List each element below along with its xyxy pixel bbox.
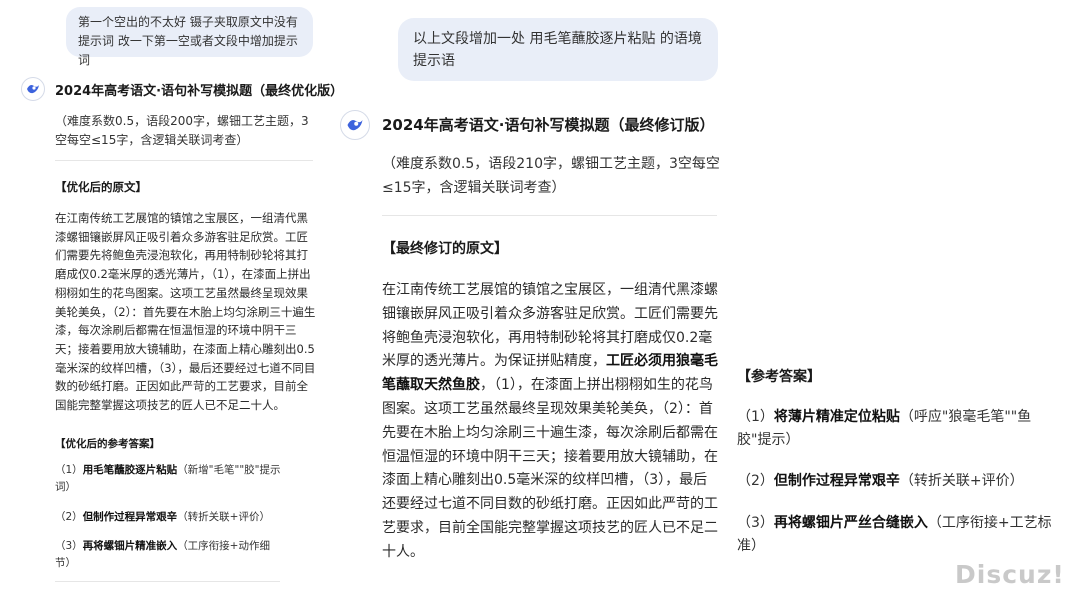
left-title: 2024年高考语文·语句补写模拟题（最终优化版） [55,84,344,99]
left-answer-3: （3）再将螺钿片精准嵌入（工序衔接+动作细节） [55,538,275,572]
left-paragraph: 在江南传统工艺展馆的镇馆之宝展区，一组清代黑漆螺钿镶嵌屏风正吸引着众多游客驻足欣… [55,211,316,413]
answer-number: （2） [737,473,774,489]
answer-text: 但制作过程异常艰辛 [82,511,178,523]
left-divider-1 [55,160,313,161]
right-user-message: 以上文段增加一处 用毛笔蘸胶逐片粘贴 的语境提示语 [398,18,718,81]
right-answer-2: （2）但制作过程异常艰辛（转折关联+评价） [737,470,1067,493]
left-original-heading: 【优化后的原文】 [55,180,147,194]
answer-text: 将薄片精准定位粘贴 [773,409,900,425]
answer-number: （3） [55,540,83,552]
right-paragraph: 在江南传统工艺展馆的镇馆之宝展区，一组清代黑漆螺钿镶嵌屏风正吸引着众多游客驻足欣… [382,279,720,565]
assistant-avatar [340,110,370,140]
answer-number: （3） [737,515,774,531]
answer-text: 再将螺钿片精准嵌入 [82,540,178,552]
answer-text: 但制作过程异常艰辛 [773,473,900,489]
assistant-logo-icon [347,120,363,131]
left-user-message: 第一个空出的不太好 镊子夹取原文中没有提示词 改一下第一空或者文段中增加提示词 [66,7,313,67]
right-original-heading: 【最终修订的原文】 [382,241,508,257]
left-user-message-text: 第一个空出的不太好 镊子夹取原文中没有提示词 改一下第一空或者文段中增加提示词 [78,15,298,67]
answer-note: （转折关联+评价） [899,473,1024,489]
right-answer-1: （1）将薄片精准定位粘贴（呼应"狼毫毛笔""鱼胶"提示） [737,406,1059,452]
answer-number: （2） [55,511,83,523]
left-divider-2 [55,581,280,582]
right-meta: （难度系数0.5，语段210字，螺钿工艺主题，3空每空≤15字，含逻辑关联词考查… [382,156,720,196]
left-meta: （难度系数0.5，语段200字，螺钿工艺主题，3空每空≤15字，含逻辑关联词考查… [55,114,309,147]
assistant-logo-icon [27,85,39,94]
answer-text: 用毛笔蘸胶逐片粘贴 [82,464,178,476]
left-answer-2: （2）但制作过程异常艰辛（转折关联+评价） [55,509,295,526]
answer-number: （1） [737,409,774,425]
paragraph-part-2: ，（1），在漆面上拼出栩栩如生的花鸟图案。这项工艺虽然最终呈现效果美轮美奂，（2… [382,377,718,560]
answer-note: （转折关联+评价） [177,511,270,523]
answer-text: 再将螺钿片严丝合缝嵌入 [773,515,928,531]
answer-number: （1） [55,464,83,476]
right-divider [382,215,717,216]
right-answer-3: （3）再将螺钿片严丝合缝嵌入（工序衔接+工艺标准） [737,512,1059,558]
left-answer-heading: 【优化后的参考答案】 [55,438,160,450]
assistant-avatar [21,77,45,101]
left-answer-1: （1）用毛笔蘸胶逐片粘贴（新增"毛笔""胶"提示词） [55,462,285,496]
right-title: 2024年高考语文·语句补写模拟题（最终修订版） [382,116,715,134]
discuz-watermark: Discuz! [955,560,1065,589]
right-user-message-text: 以上文段增加一处 用毛笔蘸胶逐片粘贴 的语境提示语 [413,31,702,69]
right-answer-heading: 【参考答案】 [737,369,821,385]
